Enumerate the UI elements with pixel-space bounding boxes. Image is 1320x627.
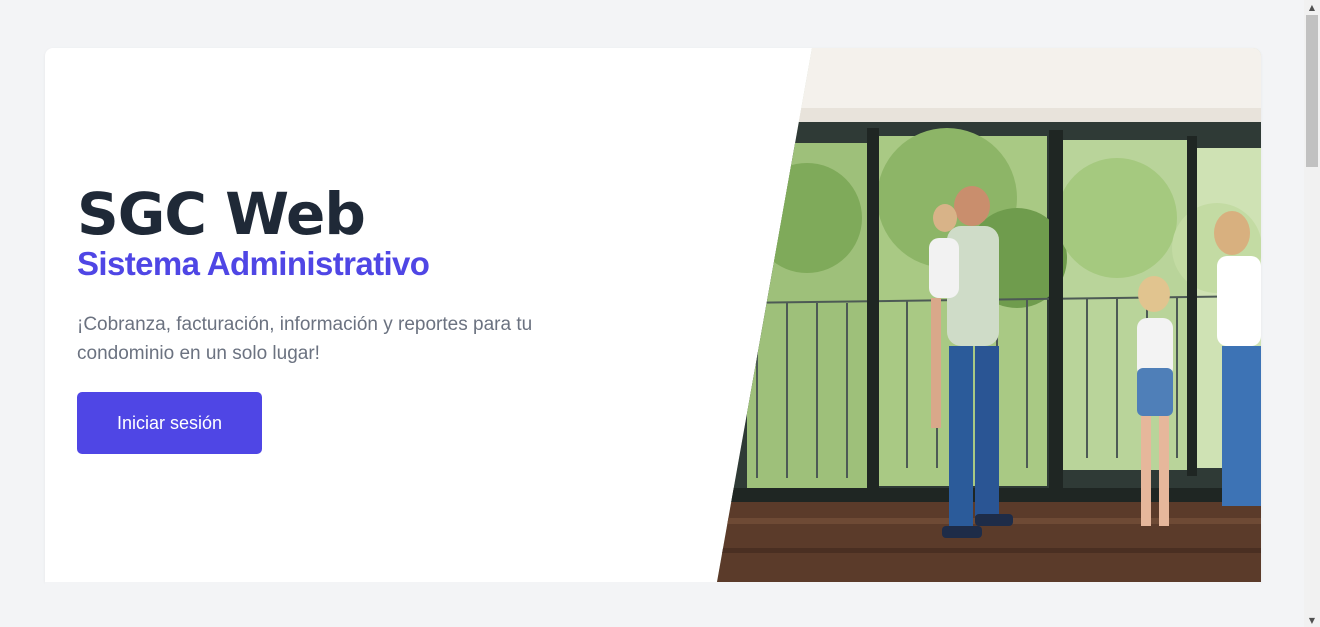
hero-subtitle: Sistema Administrativo [77, 245, 430, 282]
hero-title: SGC Web [77, 180, 366, 248]
lower-section [45, 582, 1261, 627]
hero-photo [717, 48, 1261, 582]
page: SGC Web Sistema Administrativo ¡Cobranza… [0, 0, 1320, 627]
vertical-scrollbar[interactable]: ▲ ▼ [1304, 0, 1320, 627]
hero-card: SGC Web Sistema Administrativo ¡Cobranza… [45, 48, 1261, 582]
family-photo-illustration [717, 48, 1261, 582]
hero-text: SGC Web Sistema Administrativo ¡Cobranza… [77, 178, 597, 368]
scrollbar-thumb[interactable] [1306, 15, 1318, 167]
scroll-up-icon[interactable]: ▲ [1304, 0, 1320, 14]
hero-description: ¡Cobranza, facturación, información y re… [77, 314, 533, 364]
scroll-down-icon[interactable]: ▼ [1304, 613, 1320, 627]
login-button[interactable]: Iniciar sesión [77, 392, 262, 454]
